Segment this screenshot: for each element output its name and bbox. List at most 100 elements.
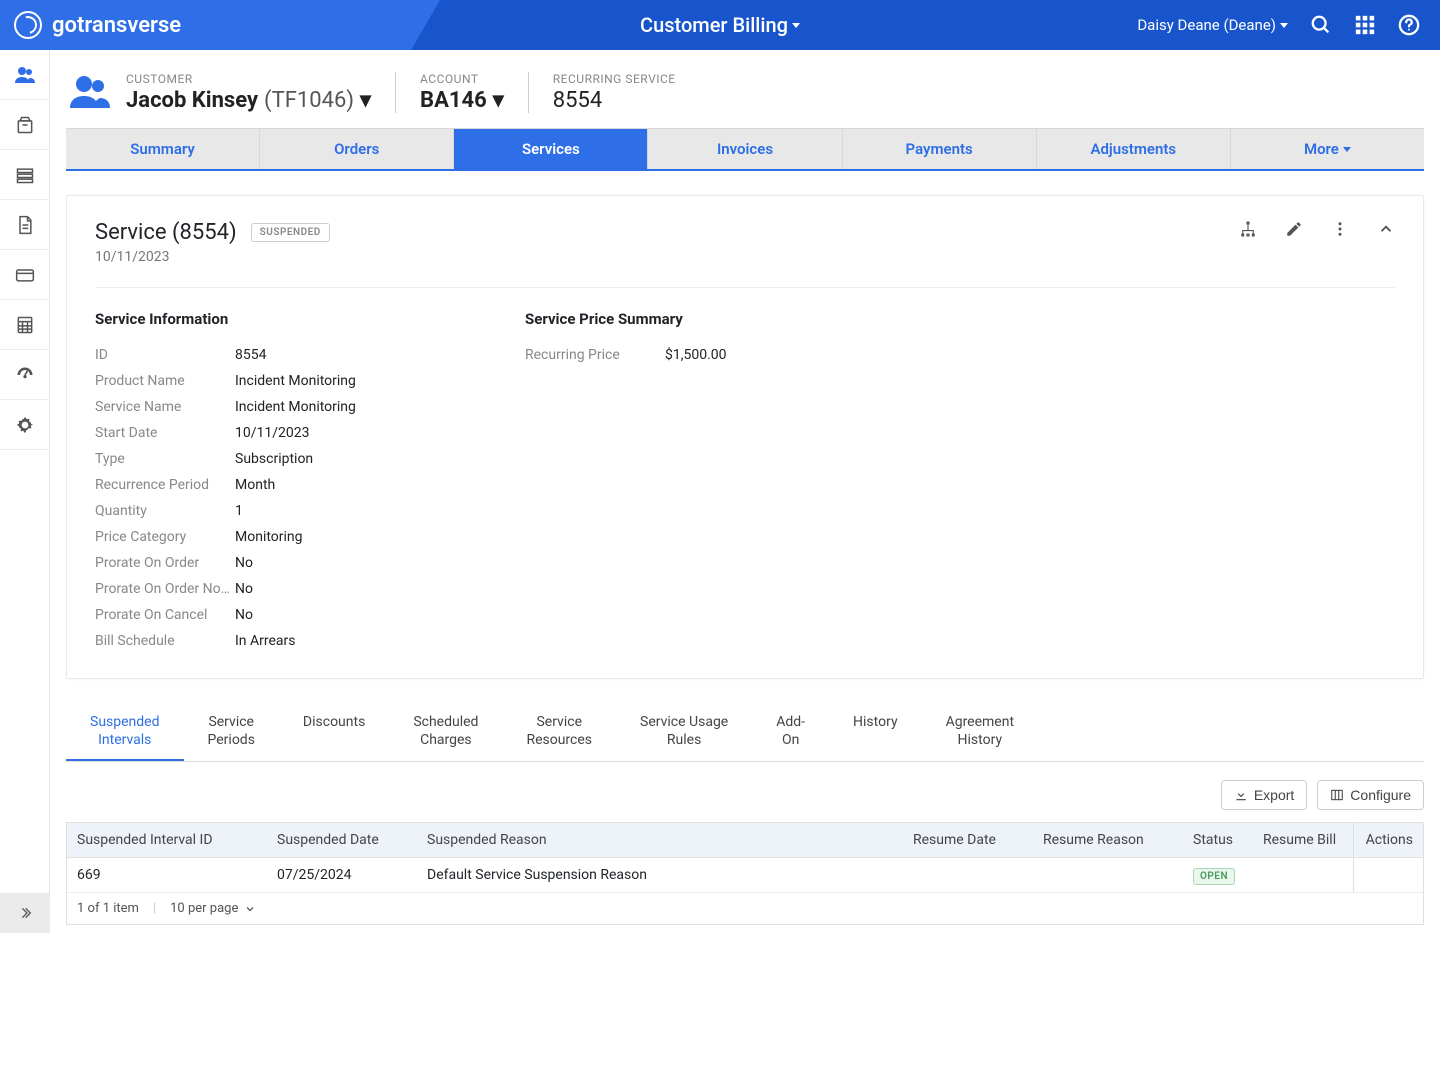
help-icon[interactable] bbox=[1398, 14, 1420, 36]
chevron-up-icon[interactable] bbox=[1377, 220, 1395, 238]
per-page-dropdown[interactable]: 10 per page bbox=[170, 901, 256, 916]
td-resume-reason bbox=[1033, 858, 1183, 892]
brand-logo-icon bbox=[14, 11, 42, 39]
th-status[interactable]: Status bbox=[1183, 823, 1253, 857]
sub-tab[interactable]: AgreementHistory bbox=[922, 703, 1038, 761]
tab-orders[interactable]: Orders bbox=[260, 129, 454, 169]
sub-tab[interactable]: ScheduledCharges bbox=[389, 703, 502, 761]
download-icon bbox=[1234, 788, 1248, 802]
sub-tab[interactable]: Service UsageRules bbox=[616, 703, 752, 761]
customer-name: Jacob Kinsey bbox=[126, 88, 258, 113]
sub-tab-label: Service bbox=[208, 713, 255, 731]
sidebar-item-customers[interactable] bbox=[0, 50, 50, 100]
th-resume-reason[interactable]: Resume Reason bbox=[1033, 823, 1183, 857]
hierarchy-icon[interactable] bbox=[1239, 220, 1257, 238]
apps-grid-icon[interactable] bbox=[1354, 14, 1376, 36]
export-button[interactable]: Export bbox=[1221, 780, 1307, 810]
section-label: Customer Billing bbox=[640, 13, 788, 37]
sub-tab[interactable]: History bbox=[829, 703, 922, 761]
sidebar-item-calculator[interactable] bbox=[0, 300, 50, 350]
sidebar-item-orders[interactable] bbox=[0, 100, 50, 150]
breadcrumb-account-value[interactable]: BA146 ▾ bbox=[420, 88, 504, 113]
table-toolbar: Export Configure bbox=[66, 780, 1424, 810]
kv-key: Recurrence Period bbox=[95, 477, 235, 493]
card-actions bbox=[1239, 220, 1395, 238]
breadcrumb-service-value: 8554 bbox=[553, 88, 676, 113]
kv-row: Recurring Price$1,500.00 bbox=[525, 342, 915, 368]
th-resume-date[interactable]: Resume Date bbox=[903, 823, 1033, 857]
tab-payments[interactable]: Payments bbox=[843, 129, 1037, 169]
sidebar-item-services[interactable] bbox=[0, 150, 50, 200]
topbar-right: Daisy Deane (Deane) bbox=[1137, 14, 1440, 36]
td-resume-bill bbox=[1253, 858, 1353, 892]
th-date[interactable]: Suspended Date bbox=[267, 823, 417, 857]
tab-adjustments[interactable]: Adjustments bbox=[1037, 129, 1231, 169]
search-icon[interactable] bbox=[1310, 14, 1332, 36]
kv-val: 1 bbox=[235, 503, 243, 519]
kv-val: 8554 bbox=[235, 347, 266, 363]
sidebar-item-settings[interactable] bbox=[0, 400, 50, 450]
sub-tab[interactable]: ServiceResources bbox=[502, 703, 616, 761]
sidebar-expand-button[interactable] bbox=[0, 893, 50, 933]
kv-row: Prorate On OrderNo bbox=[95, 550, 485, 576]
service-card: Service (8554) SUSPENDED 10/11/2023 Serv… bbox=[66, 195, 1424, 679]
th-resume-bill[interactable]: Resume Bill bbox=[1253, 823, 1353, 857]
sub-tab[interactable]: Discounts bbox=[279, 703, 389, 761]
breadcrumb-customer: CUSTOMER Jacob Kinsey (TF1046) ▾ bbox=[126, 72, 395, 113]
tab-summary[interactable]: Summary bbox=[66, 129, 260, 169]
layout: CUSTOMER Jacob Kinsey (TF1046) ▾ ACCOUNT… bbox=[0, 50, 1440, 933]
kv-row: Price CategoryMonitoring bbox=[95, 524, 485, 550]
table-row[interactable]: 669 07/25/2024 Default Service Suspensio… bbox=[67, 858, 1423, 893]
kv-val: No bbox=[235, 581, 253, 597]
columns-icon bbox=[1330, 788, 1344, 802]
customers-icon bbox=[66, 68, 114, 116]
user-menu[interactable]: Daisy Deane (Deane) bbox=[1137, 16, 1288, 34]
kv-key: Service Name bbox=[95, 399, 235, 415]
table-header: Suspended Interval ID Suspended Date Sus… bbox=[67, 823, 1423, 858]
brand-logo[interactable]: gotransverse bbox=[0, 11, 181, 39]
kv-key: Prorate On Order bbox=[95, 555, 235, 571]
kv-val: 10/11/2023 bbox=[235, 425, 310, 441]
caret-down-icon: ▾ bbox=[493, 88, 504, 113]
service-information: Service Information ID8554Product NameIn… bbox=[95, 310, 485, 654]
breadcrumb-service-label: RECURRING SERVICE bbox=[553, 72, 676, 86]
card-subtitle: 10/11/2023 bbox=[95, 249, 330, 265]
tab-services[interactable]: Services bbox=[454, 129, 648, 169]
info-columns: Service Information ID8554Product NameIn… bbox=[95, 310, 1395, 654]
open-badge: OPEN bbox=[1193, 868, 1235, 885]
breadcrumb-account-label: ACCOUNT bbox=[420, 72, 504, 86]
th-reason[interactable]: Suspended Reason bbox=[417, 823, 903, 857]
kv-val: No bbox=[235, 555, 253, 571]
suspended-intervals-table: Suspended Interval ID Suspended Date Sus… bbox=[66, 822, 1424, 925]
kv-val: Incident Monitoring bbox=[235, 399, 356, 415]
sidebar-item-dashboard[interactable] bbox=[0, 350, 50, 400]
kv-row: Prorate On CancelNo bbox=[95, 602, 485, 628]
sidebar-item-payments[interactable] bbox=[0, 250, 50, 300]
sidebar-item-invoices[interactable] bbox=[0, 200, 50, 250]
caret-down-icon bbox=[1343, 147, 1351, 152]
more-vertical-icon[interactable] bbox=[1331, 220, 1349, 238]
sub-tab-label: Suspended bbox=[90, 713, 160, 731]
kv-key: Recurring Price bbox=[525, 347, 665, 363]
kv-row: Start Date10/11/2023 bbox=[95, 420, 485, 446]
configure-button[interactable]: Configure bbox=[1317, 780, 1424, 810]
service-info-heading: Service Information bbox=[95, 310, 485, 328]
sub-tab-label: Agreement bbox=[946, 713, 1014, 731]
sub-tab[interactable]: Add-On bbox=[752, 703, 829, 761]
export-label: Export bbox=[1254, 787, 1294, 803]
section-dropdown[interactable]: Customer Billing bbox=[640, 13, 800, 37]
sub-tab-label: Service bbox=[526, 713, 592, 731]
per-page-label: 10 per page bbox=[170, 901, 238, 916]
breadcrumb-customer-label: CUSTOMER bbox=[126, 72, 371, 86]
edit-icon[interactable] bbox=[1285, 220, 1303, 238]
breadcrumb-customer-value[interactable]: Jacob Kinsey (TF1046) ▾ bbox=[126, 88, 371, 113]
tab-invoices[interactable]: Invoices bbox=[648, 129, 842, 169]
th-id[interactable]: Suspended Interval ID bbox=[67, 823, 267, 857]
sub-tab[interactable]: SuspendedIntervals bbox=[66, 703, 184, 761]
tab-more[interactable]: More bbox=[1231, 129, 1424, 169]
topbar: gotransverse Customer Billing Daisy Dean… bbox=[0, 0, 1440, 50]
td-reason: Default Service Suspension Reason bbox=[417, 858, 903, 892]
td-status: OPEN bbox=[1183, 858, 1253, 892]
kv-val: Monitoring bbox=[235, 529, 303, 545]
sub-tab[interactable]: ServicePeriods bbox=[184, 703, 279, 761]
